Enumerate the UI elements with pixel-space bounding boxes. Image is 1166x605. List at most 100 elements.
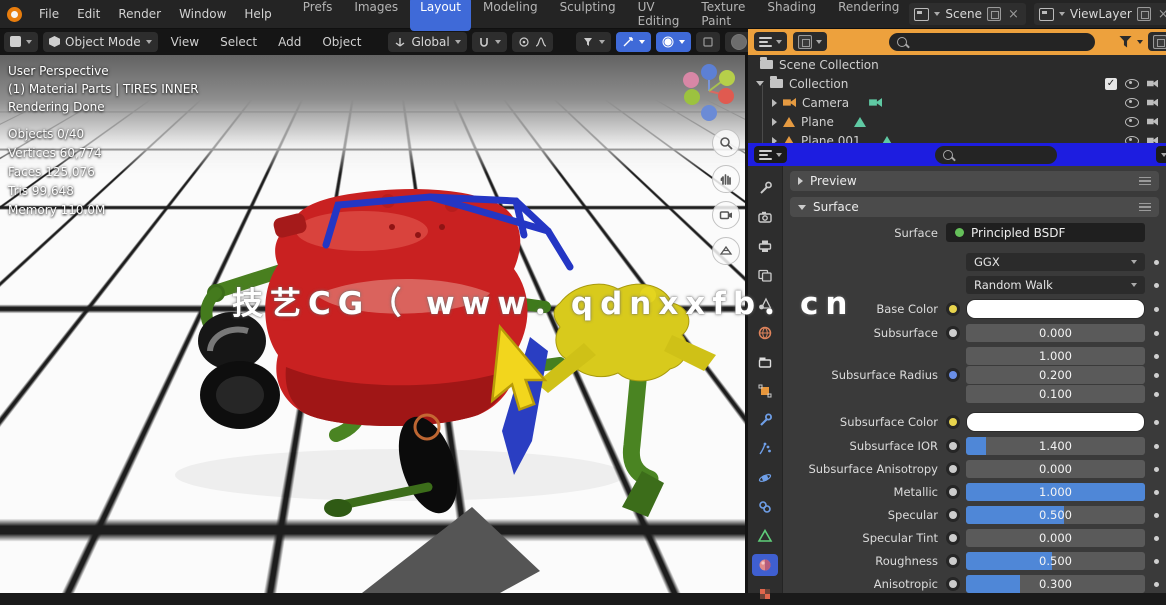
tab-modifiers-icon[interactable] (752, 409, 778, 431)
snap-toggle-button[interactable] (472, 32, 507, 52)
tab-texture-paint[interactable]: Texture Paint (691, 0, 755, 31)
tab-texture-icon[interactable] (752, 583, 778, 605)
tab-modeling[interactable]: Modeling (473, 0, 548, 31)
filter-funnel-icon[interactable] (1119, 36, 1132, 48)
base-color-swatch[interactable] (966, 299, 1145, 319)
tab-rendering[interactable]: Rendering (828, 0, 909, 31)
outliner-row-camera[interactable]: Camera (748, 93, 1166, 112)
animate-dot[interactable] (1154, 467, 1159, 472)
zoom-button[interactable] (712, 129, 740, 157)
tab-uv-editing[interactable]: UV Editing (628, 0, 690, 31)
tab-object-data-icon[interactable] (752, 525, 778, 547)
tab-layout[interactable]: Layout (410, 0, 471, 31)
menu-view[interactable]: View (163, 35, 207, 49)
animate-dot[interactable] (1154, 307, 1159, 312)
metallic-slider[interactable]: 1.000 (966, 483, 1145, 501)
specular-slider[interactable]: 0.500 (966, 506, 1145, 524)
hide-eye-icon[interactable] (1125, 117, 1139, 127)
disclosure-closed-icon[interactable] (772, 118, 777, 126)
animate-dot[interactable] (1154, 373, 1159, 378)
socket-icon[interactable] (946, 508, 960, 522)
scene-unlink-icon[interactable]: × (1006, 8, 1021, 21)
animate-dot[interactable] (1154, 392, 1159, 397)
collection-checkbox[interactable]: ✓ (1105, 78, 1117, 90)
animate-dot[interactable] (1154, 444, 1159, 449)
proportional-edit-button[interactable] (512, 32, 553, 52)
tab-world-icon[interactable] (752, 322, 778, 344)
socket-icon[interactable] (946, 368, 960, 382)
axis-neg-z-icon[interactable] (701, 105, 717, 121)
socket-icon[interactable] (946, 326, 960, 340)
tab-physics-icon[interactable] (752, 467, 778, 489)
tab-object-icon[interactable] (752, 380, 778, 402)
surface-node-button[interactable]: Principled BSDF (946, 223, 1145, 242)
properties-options-button[interactable] (1156, 146, 1166, 163)
tab-output-icon[interactable] (752, 235, 778, 257)
navigation-gizmo[interactable] (678, 63, 740, 125)
subsurface-slider[interactable]: 0.000 (966, 324, 1145, 342)
outliner-search[interactable] (889, 33, 1095, 51)
menu-select[interactable]: Select (212, 35, 265, 49)
hide-eye-icon[interactable] (1125, 136, 1139, 144)
socket-icon[interactable] (946, 485, 960, 499)
view-object-types-button[interactable] (576, 32, 611, 52)
menu-window[interactable]: Window (170, 7, 235, 21)
properties-editor-type-button[interactable] (754, 146, 787, 163)
tab-material-icon[interactable] (752, 554, 778, 576)
tab-tool-icon[interactable] (752, 177, 778, 199)
tab-sculpting[interactable]: Sculpting (550, 0, 626, 31)
axis-neg-y-icon[interactable] (684, 89, 700, 105)
menu-render[interactable]: Render (109, 7, 170, 21)
outliner-row-scene-collection[interactable]: Scene Collection (748, 55, 1166, 74)
viewlayer-selector[interactable]: ViewLayer × (1034, 3, 1166, 25)
properties-search-input[interactable] (959, 148, 1049, 162)
xray-toggle-button[interactable] (696, 32, 720, 52)
outliner-search-input[interactable] (913, 35, 1087, 49)
socket-icon[interactable] (946, 462, 960, 476)
render-visibility-icon[interactable] (1147, 118, 1158, 126)
blender-logo-icon[interactable] (7, 7, 22, 22)
socket-icon[interactable] (946, 415, 960, 429)
axis-neg-x-icon[interactable] (683, 72, 699, 88)
tab-render-icon[interactable] (752, 206, 778, 228)
outliner-filter-settings-button[interactable] (1148, 32, 1166, 51)
viewlayer-copy-icon[interactable] (1137, 7, 1151, 21)
toy-car-model[interactable] (0, 55, 748, 593)
camera-view-button[interactable] (712, 201, 740, 229)
tab-particles-icon[interactable] (752, 438, 778, 460)
panel-preview[interactable]: Preview (790, 171, 1159, 191)
animate-dot[interactable] (1154, 354, 1159, 359)
animate-dot[interactable] (1154, 283, 1159, 288)
outliner-row-plane-001[interactable]: Plane.001 (748, 131, 1166, 143)
hide-eye-icon[interactable] (1125, 98, 1139, 108)
outliner-editor-type-button[interactable] (754, 32, 787, 51)
menu-help[interactable]: Help (235, 7, 280, 21)
anisotropic-slider[interactable]: 0.300 (966, 575, 1145, 593)
scene-selector[interactable]: Scene × (909, 3, 1026, 25)
shading-wireframe-icon[interactable] (731, 34, 747, 50)
menu-add[interactable]: Add (270, 35, 309, 49)
specular-tint-slider[interactable]: 0.000 (966, 529, 1145, 547)
disclosure-closed-icon[interactable] (772, 99, 777, 107)
animate-dot[interactable] (1154, 420, 1159, 425)
socket-icon[interactable] (946, 577, 960, 591)
roughness-slider[interactable]: 0.500 (966, 552, 1145, 570)
3d-viewport[interactable]: User Perspective (1) Material Parts | TI… (0, 55, 748, 593)
socket-icon[interactable] (946, 439, 960, 453)
outliner-row-collection[interactable]: Collection ✓ (748, 74, 1166, 93)
radius-x-slider[interactable]: 1.000 (966, 347, 1145, 365)
animate-dot[interactable] (1154, 331, 1159, 336)
tab-collection-icon[interactable] (752, 351, 778, 373)
outliner-row-plane[interactable]: Plane (748, 112, 1166, 131)
panel-menu-icon[interactable] (1139, 177, 1151, 186)
socket-icon[interactable] (946, 531, 960, 545)
radius-z-slider[interactable]: 0.100 (966, 385, 1145, 403)
editor-type-button[interactable] (4, 32, 38, 52)
outliner-display-mode-button[interactable] (793, 32, 827, 51)
perspective-toggle-button[interactable] (712, 237, 740, 265)
animate-dot[interactable] (1154, 490, 1159, 495)
animate-dot[interactable] (1154, 536, 1159, 541)
subsurface-ior-slider[interactable]: 1.400 (966, 437, 1145, 455)
menu-edit[interactable]: Edit (68, 7, 109, 21)
tab-constraints-icon[interactable] (752, 496, 778, 518)
